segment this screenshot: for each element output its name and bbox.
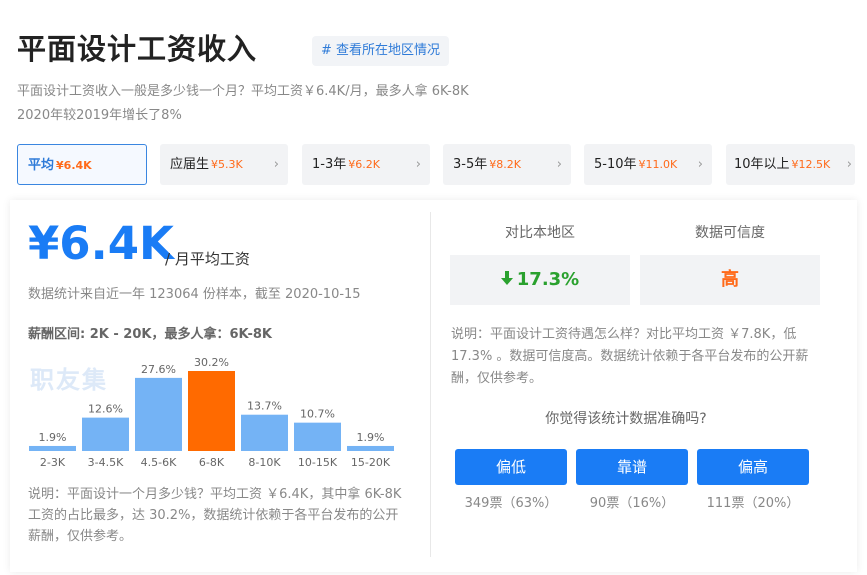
credibility-value: 高 bbox=[721, 269, 739, 290]
compare-local-value: 17.3% bbox=[516, 269, 580, 290]
bar-value-label: 12.6% bbox=[88, 403, 123, 416]
chevron-right-icon: › bbox=[697, 157, 703, 172]
salary-note: 说明：平面设计一个月多少钱？平均工资 ￥6.4K，其中拿 6K-8K 工资的占比… bbox=[28, 487, 402, 544]
bar-2-3K bbox=[29, 445, 76, 451]
salary-distribution-chart: 1.9% 2-3K 12.6% 3-4.5K 27.6% 4.5-6K 30.2% 6-8K 1… bbox=[29, 356, 394, 469]
page-title: 平面设计工资收入 bbox=[17, 32, 258, 66]
vote-accurate-button[interactable]: 靠谱 bbox=[576, 449, 688, 485]
compare-local-box: 17.3% bbox=[450, 255, 630, 305]
bar-8-10K bbox=[241, 414, 288, 451]
compare-note: 说明：平面设计工资待遇怎么样？对比平均工资 ￥7.8K，低 17.3% 。数据可… bbox=[451, 327, 809, 386]
bar-15-20K bbox=[347, 445, 394, 451]
tab-label: 1-3年 bbox=[312, 157, 347, 172]
tab-label: 10年以上 bbox=[734, 157, 790, 172]
chevron-right-icon: › bbox=[846, 157, 852, 172]
chevron-right-icon: › bbox=[556, 157, 562, 172]
salary-unit-label: / 月平均工资 bbox=[165, 250, 250, 268]
category-label: 15-20K bbox=[351, 456, 391, 469]
tab-amount: ¥5.3K bbox=[211, 158, 243, 171]
tab-amount: ¥12.5K bbox=[791, 158, 831, 171]
experience-tabs: 平均 ¥6.4K 应届生 ¥5.3K › 1-3年 ¥6.2K › 3-5年 ¥8.2K… bbox=[17, 144, 857, 185]
vote-high-count: 111票（20%） bbox=[706, 496, 800, 511]
bar-4.5-6K bbox=[135, 377, 182, 451]
bar-value-label: 30.2% bbox=[194, 356, 229, 369]
tab-label: 5-10年 bbox=[594, 157, 637, 172]
description-line-2: 2020年较2019年增长了8% bbox=[17, 108, 182, 123]
bar-value-label: 1.9% bbox=[39, 431, 67, 444]
tab-label: 平均 bbox=[28, 158, 55, 173]
vote-high-button[interactable]: 偏高 bbox=[697, 449, 809, 485]
category-label: 8-10K bbox=[248, 456, 281, 469]
tab-graduate[interactable]: 应届生 ¥5.3K › bbox=[160, 144, 288, 185]
view-region-link[interactable]: # 查看所在地区情况 bbox=[312, 36, 450, 66]
category-label: 10-15K bbox=[298, 456, 338, 469]
sample-stats: 数据统计来自近一年 123064 份样本，截至 2020-10-15 bbox=[28, 287, 361, 302]
page-description: 平面设计工资收入一般是多少钱一个月？平均工资￥6.4K/月，最多人拿 6K-8K… bbox=[17, 80, 469, 128]
category-label: 2-3K bbox=[40, 456, 66, 469]
bar-value-label: 10.7% bbox=[300, 408, 335, 421]
tab-1-3-years[interactable]: 1-3年 ¥6.2K › bbox=[302, 144, 430, 185]
tab-amount: ¥11.0K bbox=[638, 158, 678, 171]
compare-local-label: 对比本地区 bbox=[505, 225, 575, 241]
credibility-label: 数据可信度 bbox=[695, 225, 765, 241]
bar-6-8K bbox=[188, 371, 235, 451]
tab-label: 3-5年 bbox=[453, 157, 488, 172]
down-arrow-icon bbox=[500, 255, 513, 305]
category-label: 6-8K bbox=[199, 456, 225, 469]
chevron-right-icon: › bbox=[415, 157, 421, 172]
credibility-box: 高 bbox=[640, 255, 820, 305]
tab-10-plus-years[interactable]: 10年以上 ¥12.5K › bbox=[726, 144, 855, 185]
tab-label: 应届生 bbox=[170, 157, 210, 172]
description-line-1: 平面设计工资收入一般是多少钱一个月？平均工资￥6.4K/月，最多人拿 6K-8K bbox=[17, 84, 469, 99]
vote-accurate-count: 90票（16%） bbox=[589, 496, 675, 511]
salary-range: 薪酬区间: 2K - 20K，最多人拿：6K-8K bbox=[28, 327, 272, 342]
vote-question: 你觉得该统计数据准确吗? bbox=[545, 411, 707, 427]
category-label: 3-4.5K bbox=[88, 456, 124, 469]
vote-low-count: 349票（63%） bbox=[464, 496, 558, 511]
chevron-right-icon: › bbox=[273, 157, 279, 172]
tab-3-5-years[interactable]: 3-5年 ¥8.2K › bbox=[443, 144, 571, 185]
bar-value-label: 27.6% bbox=[141, 363, 176, 376]
average-salary-value: ¥6.4K bbox=[28, 217, 174, 270]
tab-amount: ¥8.2K bbox=[489, 158, 521, 171]
bar-3-4.5K bbox=[82, 417, 129, 451]
vote-low-button[interactable]: 偏低 bbox=[455, 449, 567, 485]
tab-amount: ¥6.4K bbox=[56, 159, 92, 172]
category-label: 4.5-6K bbox=[141, 456, 177, 469]
bar-value-label: 13.7% bbox=[247, 400, 282, 413]
bar-value-label: 1.9% bbox=[357, 431, 385, 444]
tab-amount: ¥6.2K bbox=[348, 158, 380, 171]
tab-average[interactable]: 平均 ¥6.4K bbox=[17, 144, 147, 185]
bar-10-15K bbox=[294, 422, 341, 451]
tab-5-10-years[interactable]: 5-10年 ¥11.0K › bbox=[584, 144, 712, 185]
panel-divider bbox=[430, 212, 431, 557]
